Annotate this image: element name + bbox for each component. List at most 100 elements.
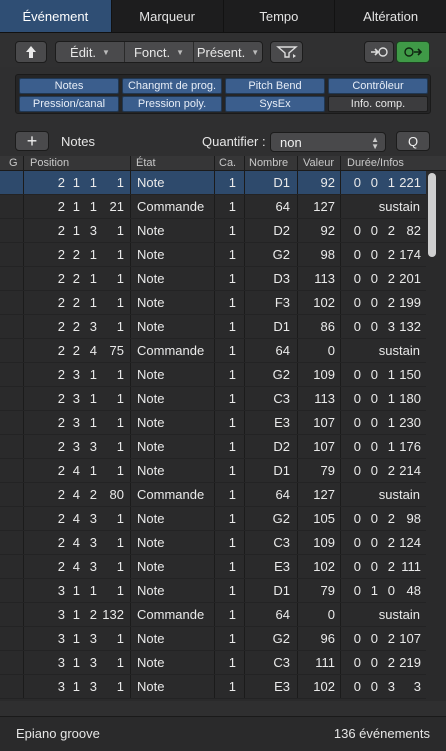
cell-length[interactable]: 1 [388,387,395,411]
cell-status[interactable]: Note [137,459,164,483]
tab-evenement[interactable]: Événement [0,0,112,32]
cell-value[interactable]: 107 [313,435,335,459]
cell-length[interactable]: 0 [371,555,378,579]
cell-length[interactable]: 0 [354,291,361,315]
cell-channel[interactable]: 1 [229,387,236,411]
cell-length[interactable]: 0 [354,531,361,555]
cell-value[interactable]: 0 [328,339,335,363]
cell-length[interactable]: 176 [399,435,421,459]
cell-info[interactable]: sustain [379,603,420,627]
cell-position[interactable]: 1 [90,579,97,603]
cell-position[interactable]: 1 [90,411,97,435]
cell-length[interactable]: 2 [388,219,395,243]
cell-length[interactable]: 0 [354,675,361,699]
cell-position[interactable]: 1 [117,627,124,651]
cell-length[interactable]: 0 [354,363,361,387]
cell-channel[interactable]: 1 [229,267,236,291]
vertical-scrollbar[interactable] [428,173,436,257]
cell-info[interactable]: sustain [379,195,420,219]
cell-value[interactable]: 111 [315,651,335,675]
table-row[interactable]: 2 2 1 1 Note 1 D3 113 0 0 2 201 [0,267,426,291]
cell-position[interactable]: 80 [110,483,124,507]
cell-length[interactable]: 0 [354,267,361,291]
cell-value[interactable]: 127 [313,195,335,219]
cell-position[interactable]: 2 [58,387,65,411]
cell-length[interactable]: 0 [371,243,378,267]
col-number[interactable]: Nombre [249,156,288,170]
cell-position[interactable]: 2 [73,315,80,339]
cell-position[interactable]: 132 [102,603,124,627]
cell-position[interactable]: 2 [58,219,65,243]
cell-value[interactable]: 102 [313,291,335,315]
cell-position[interactable]: 2 [58,483,65,507]
cell-position[interactable]: 3 [90,555,97,579]
cell-status[interactable]: Commande [137,339,204,363]
cell-channel[interactable]: 1 [229,315,236,339]
cell-position[interactable]: 21 [110,195,124,219]
cell-position[interactable]: 3 [73,363,80,387]
col-channel[interactable]: Ca. [219,156,236,170]
midi-out-button[interactable] [396,41,430,63]
cell-value[interactable]: 96 [321,627,335,651]
cell-position[interactable]: 4 [73,459,80,483]
cell-position[interactable]: 4 [90,339,97,363]
filter-sysex[interactable]: SysEx [225,96,325,112]
cell-length[interactable]: 150 [399,363,421,387]
cell-number[interactable]: E3 [274,675,290,699]
cell-position[interactable]: 3 [58,675,65,699]
cell-value[interactable]: 92 [321,219,335,243]
cell-length[interactable]: 199 [399,291,421,315]
cell-position[interactable]: 1 [73,171,80,195]
table-row[interactable]: 3 1 1 1 Note 1 D1 79 0 1 0 48 [0,579,426,603]
cell-position[interactable]: 3 [58,651,65,675]
cell-length[interactable]: 0 [354,171,361,195]
cell-position[interactable]: 2 [58,411,65,435]
cell-number[interactable]: D3 [273,267,290,291]
cell-position[interactable]: 1 [90,291,97,315]
cell-position[interactable]: 3 [73,411,80,435]
filter-channel-pressure[interactable]: Pression/canal [19,96,119,112]
cell-length[interactable]: 2 [388,507,395,531]
table-row[interactable]: 2 2 3 1 Note 1 D1 86 0 0 3 132 [0,315,426,339]
cell-length[interactable]: 2 [388,291,395,315]
cell-position[interactable]: 2 [73,243,80,267]
tab-marqueur[interactable]: Marqueur [112,0,224,32]
cell-status[interactable]: Note [137,435,164,459]
cell-length[interactable]: 1 [388,363,395,387]
cell-length[interactable]: 0 [371,411,378,435]
cell-status[interactable]: Note [137,315,164,339]
cell-position[interactable]: 1 [90,243,97,267]
cell-position[interactable]: 2 [73,267,80,291]
cell-number[interactable]: 64 [276,603,290,627]
table-row[interactable]: 2 4 3 1 Note 1 E3 102 0 0 2 111 [0,555,426,579]
cell-length[interactable]: 0 [371,387,378,411]
quantize-button[interactable]: Q [396,131,430,151]
cell-length[interactable]: 0 [371,435,378,459]
midi-in-button[interactable] [364,41,394,63]
cell-position[interactable]: 1 [73,627,80,651]
table-row[interactable]: 3 1 3 1 Note 1 G2 96 0 0 2 107 [0,627,426,651]
cell-length[interactable]: 0 [354,435,361,459]
table-row[interactable]: 3 1 3 1 Note 1 C3 111 0 0 2 219 [0,651,426,675]
cell-status[interactable]: Commande [137,195,204,219]
cell-position[interactable]: 2 [73,339,80,363]
cell-status[interactable]: Note [137,507,164,531]
cell-position[interactable]: 1 [90,387,97,411]
cell-length[interactable]: 0 [371,531,378,555]
table-row[interactable]: 2 3 1 1 Note 1 C3 113 0 0 1 180 [0,387,426,411]
cell-length[interactable]: 0 [371,627,378,651]
table-row[interactable]: 2 4 3 1 Note 1 C3 109 0 0 2 124 [0,531,426,555]
cell-position[interactable]: 1 [90,171,97,195]
functions-menu[interactable]: Fonct. ▼ [125,42,194,62]
cell-length[interactable]: 0 [354,459,361,483]
cell-position[interactable]: 1 [117,435,124,459]
cell-length[interactable]: 0 [354,411,361,435]
cell-length[interactable]: 1 [388,171,395,195]
cell-value[interactable]: 105 [313,507,335,531]
cell-channel[interactable]: 1 [229,219,236,243]
cell-length[interactable]: 0 [371,675,378,699]
cell-length[interactable]: 0 [371,171,378,195]
cell-position[interactable]: 1 [117,219,124,243]
filter-program-change[interactable]: Changmt de prog. [122,78,222,94]
table-row[interactable]: 2 4 2 80 Commande 1 64 127 sustain [0,483,426,507]
